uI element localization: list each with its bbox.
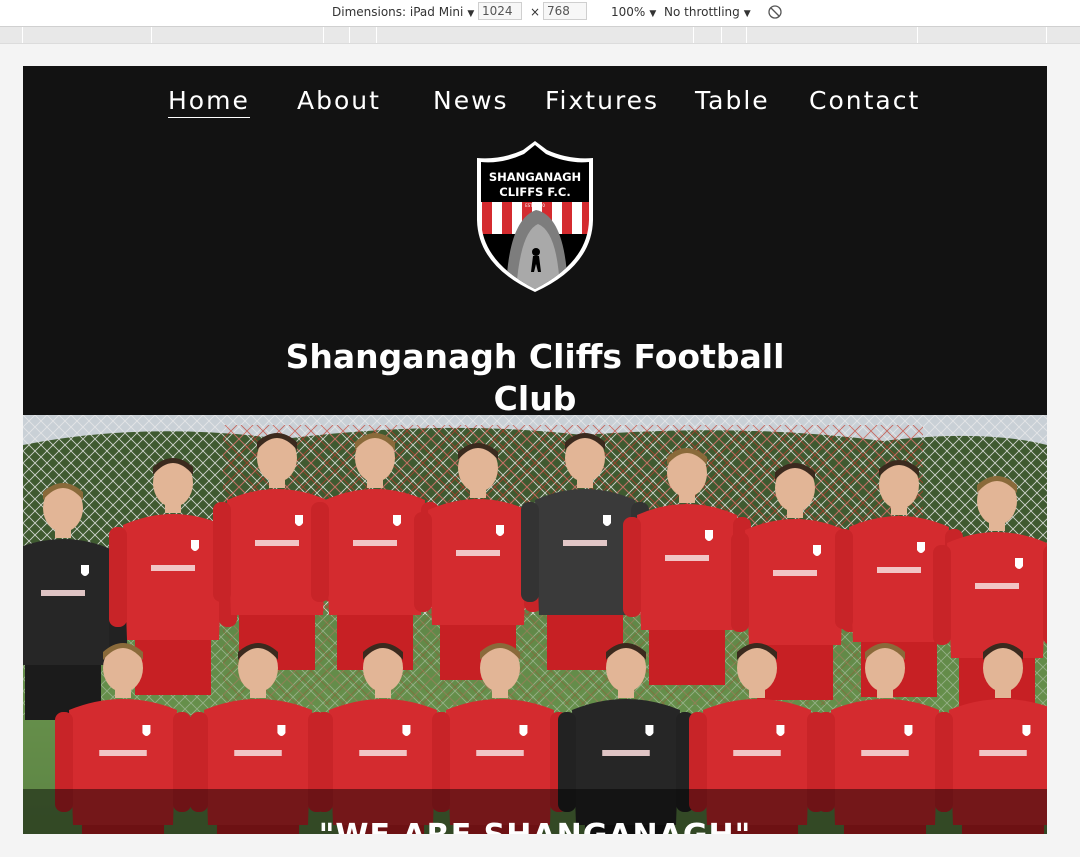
viewport-height-input[interactable] — [543, 2, 587, 20]
team-photo: "WE ARE SHANGANAGH" — [23, 415, 1047, 834]
club-title-line2: Club — [493, 379, 577, 419]
nav-about-link[interactable]: About — [297, 86, 381, 115]
zoom-dropdown[interactable]: 100% ▼ — [611, 5, 656, 19]
chevron-down-icon: ▼ — [743, 9, 751, 19]
club-title: Shanganagh Cliffs Football Club — [255, 336, 815, 420]
nav-fixtures-link[interactable]: Fixtures — [545, 86, 659, 115]
chevron-down-icon: ▼ — [649, 9, 657, 19]
club-crest-logo[interactable]: SHANGANAGH CLIFFS F.C. EST. 2010 — [476, 140, 594, 292]
nav-contact-link[interactable]: Contact — [809, 86, 920, 115]
throttling-label: No throttling — [664, 5, 740, 19]
device-dimensions-label: Dimensions: iPad Mini — [332, 5, 464, 19]
device-viewport: Home About News Fixtures Table Contact S… — [23, 66, 1047, 834]
viewport-width-input[interactable] — [478, 2, 522, 20]
nav-news-link[interactable]: News — [433, 86, 509, 115]
device-dimensions-dropdown[interactable]: Dimensions: iPad Mini ▼ — [332, 5, 474, 19]
nav-home-link[interactable]: Home — [168, 86, 250, 118]
dimensions-separator: × — [530, 5, 541, 19]
devtools-device-toolbar: Dimensions: iPad Mini▼ × 100%▼ No thrott… — [0, 0, 1080, 27]
nav-table-link[interactable]: Table — [695, 86, 770, 115]
club-title-line1: Shanganagh Cliffs Football — [285, 337, 785, 377]
team-photo-illustration — [23, 415, 1047, 834]
crest-line1: SHANGANAGH — [489, 170, 581, 184]
crest-line2: CLIFFS F.C. — [499, 185, 570, 199]
zoom-label: 100% — [611, 5, 646, 19]
crest-est: EST. 2010 — [525, 203, 545, 208]
chevron-down-icon: ▼ — [467, 9, 475, 19]
media-query-ruler — [0, 27, 1080, 44]
throttling-dropdown[interactable]: No throttling ▼ — [664, 5, 751, 19]
main-navigation: Home About News Fixtures Table Contact — [23, 66, 1047, 138]
rotate-icon[interactable] — [767, 4, 783, 20]
hero-caption: "WE ARE SHANGANAGH" — [23, 818, 1047, 834]
